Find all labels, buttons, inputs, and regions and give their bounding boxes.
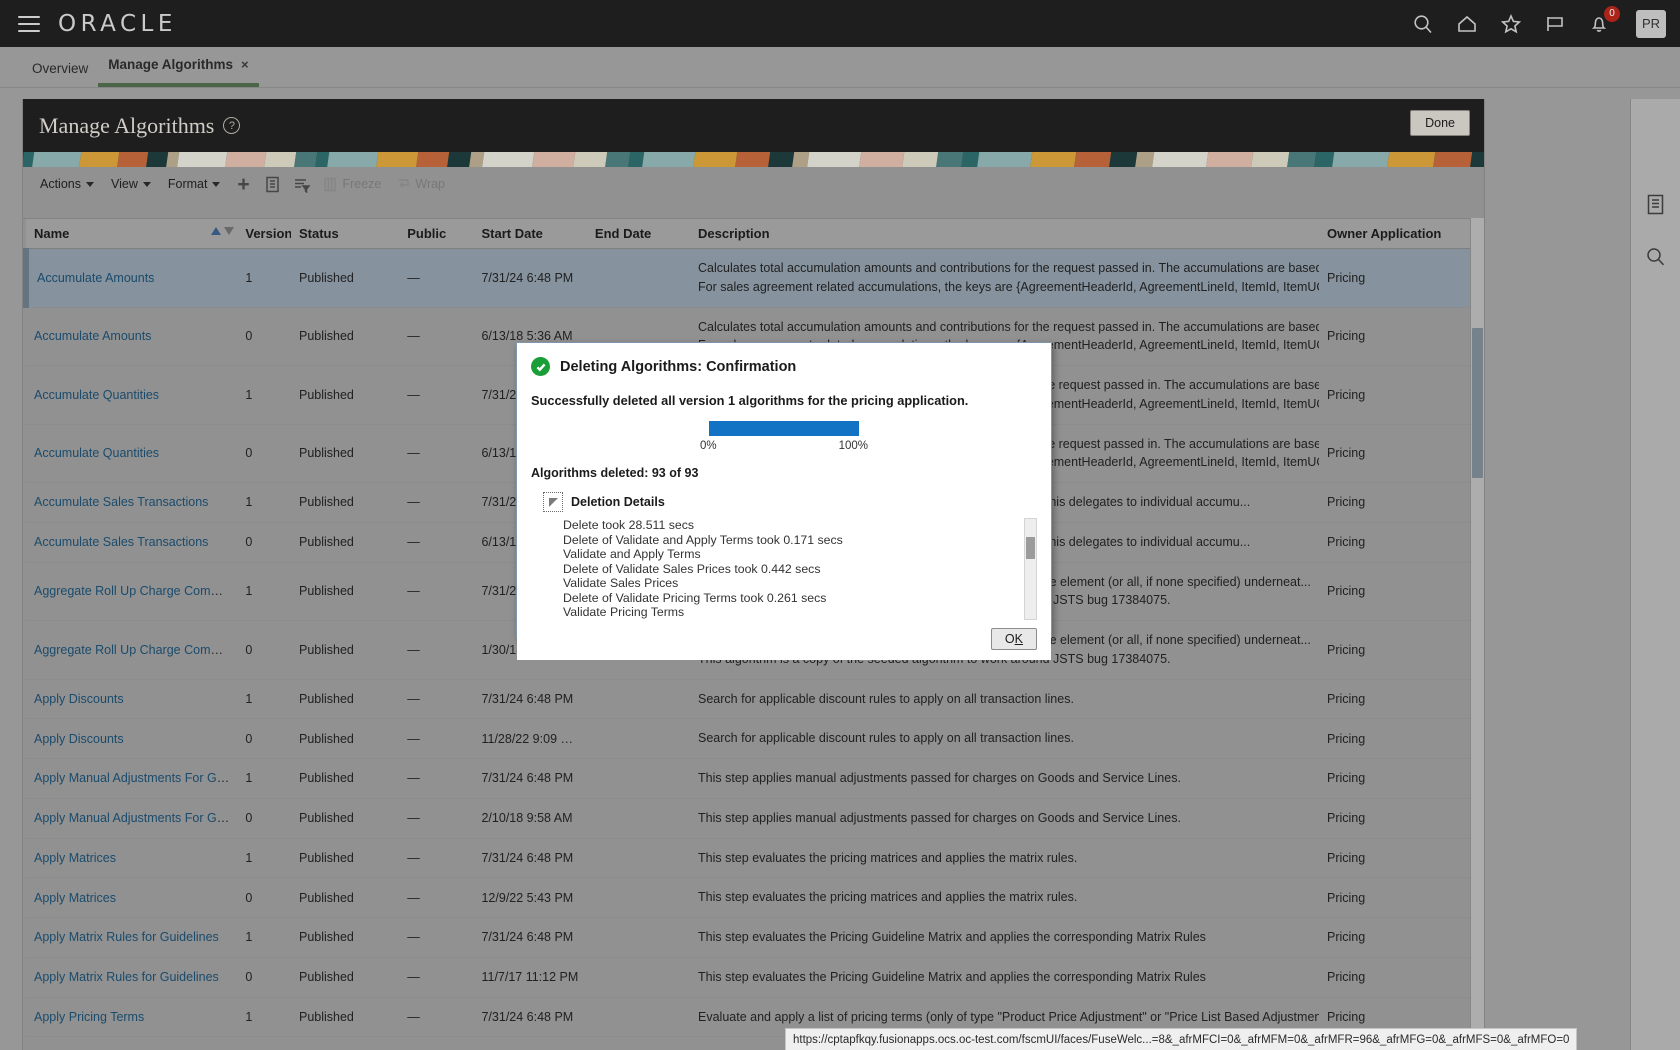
- deleted-count-text: Algorithms deleted: 93 of 93: [531, 466, 699, 480]
- deletion-details-line: Delete of Validate Sales Prices took 0.4…: [563, 561, 821, 576]
- dialog-header: Deleting Algorithms: Confirmation: [517, 343, 1051, 380]
- deletion-details-toggle[interactable]: Deletion Details: [543, 492, 1037, 512]
- disclosure-triangle-icon[interactable]: [543, 492, 563, 512]
- dialog-title: Deleting Algorithms: Confirmation: [560, 358, 797, 375]
- details-scrollbar-thumb[interactable]: [1026, 537, 1035, 559]
- deleting-algorithms-dialog: Deleting Algorithms: Confirmation Succes…: [516, 342, 1052, 660]
- ok-button[interactable]: OK: [990, 627, 1037, 650]
- deletion-details-line: Validate Sales Prices: [563, 576, 679, 590]
- progress-min-label: 0%: [700, 440, 717, 452]
- deletion-details-line: Delete took 28.511 secs: [563, 518, 695, 532]
- progress-max-label: 100%: [838, 440, 868, 452]
- progress-labels: 0% 100%: [700, 440, 868, 452]
- deletion-details-pane: Delete took 28.511 secs Delete of Validat…: [563, 518, 1037, 620]
- deletion-details-label: Deletion Details: [571, 495, 665, 509]
- progress-bar-fill: [709, 421, 859, 436]
- deletion-details-line: Validate and Apply Terms: [563, 547, 701, 561]
- details-scrollbar[interactable]: [1024, 518, 1037, 620]
- success-check-icon: [531, 357, 550, 376]
- deletion-details-line: Validate Pricing Terms: [563, 605, 685, 619]
- status-bar-url: https://cptapfkqy.fusionapps.ocs.oc-test…: [785, 1028, 1578, 1050]
- deletion-details-line: Delete of Validate and Apply Terms took …: [563, 532, 843, 547]
- dialog-message: Successfully deleted all version 1 algor…: [531, 393, 969, 408]
- deletion-details-list: Delete took 28.511 secs Delete of Validat…: [563, 518, 1019, 620]
- dialog-footer: OK: [517, 619, 1051, 660]
- dialog-body: Successfully deleted all version 1 algor…: [517, 380, 1051, 620]
- triangle-collapse-icon: [548, 497, 558, 507]
- progress-block: 0% 100%: [531, 421, 1037, 452]
- deletion-details-line: Delete of Validate Pricing Terms took 0.…: [563, 590, 827, 605]
- progress-bar: [709, 421, 859, 436]
